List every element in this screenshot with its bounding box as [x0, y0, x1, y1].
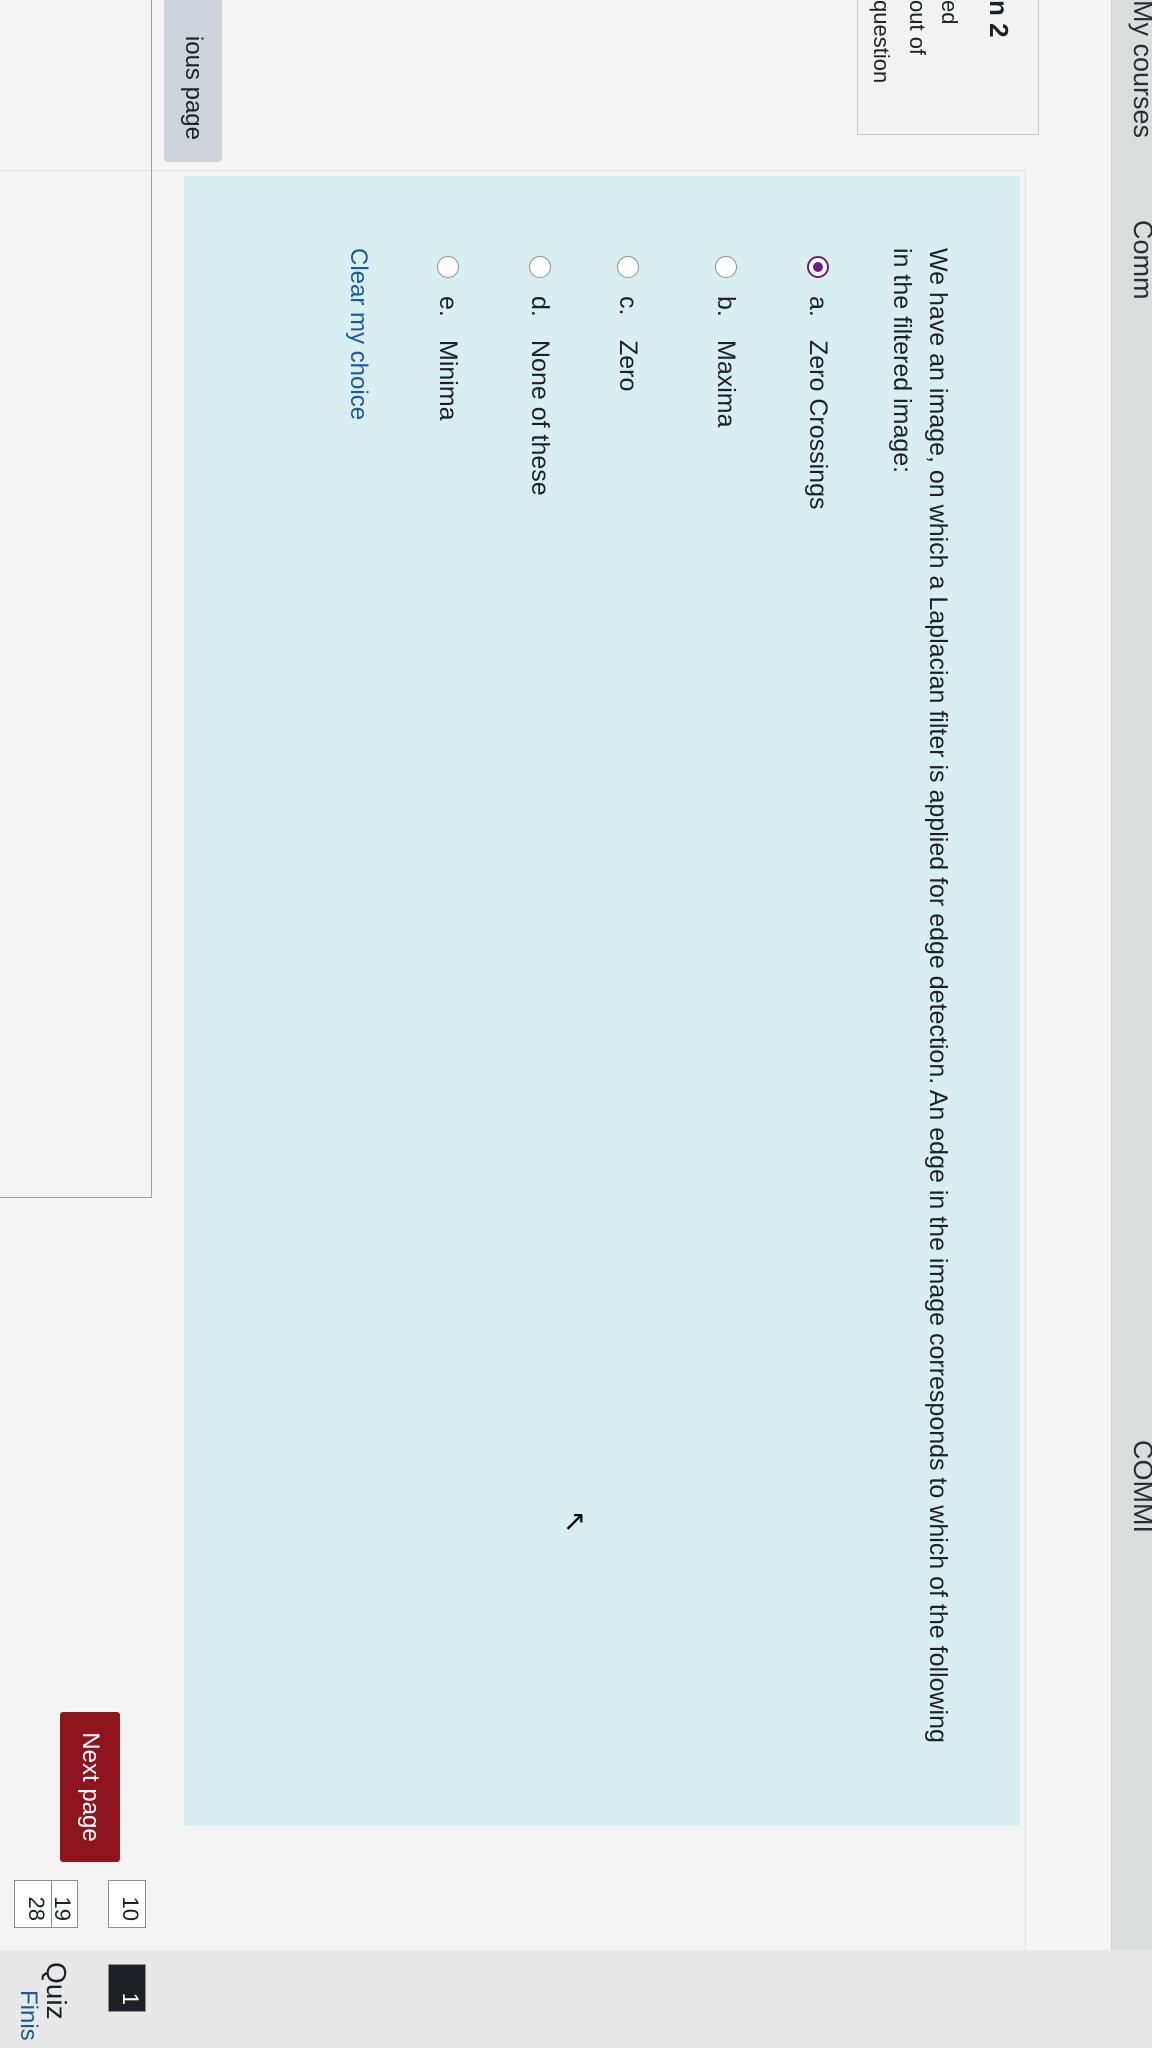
radio-option-c[interactable]	[617, 256, 639, 278]
radio-option-d[interactable]	[529, 256, 551, 278]
top-bar	[1111, 0, 1152, 2048]
bottom-panel	[0, 0, 152, 1198]
question-mark: out of	[905, 0, 930, 56]
option-label: None of these	[526, 340, 555, 496]
nav-question-10[interactable]: 10	[108, 1880, 146, 1928]
breadcrumb-section[interactable]: COMMI	[1127, 1440, 1152, 1533]
option-label: Zero	[614, 340, 643, 392]
option-label: Minima	[434, 340, 463, 421]
question-number: n 2	[984, 0, 1014, 38]
quiz-navigation-panel	[0, 1950, 1152, 2048]
quiz-nav-title: Quiz	[41, 1962, 72, 2020]
finish-attempt-link[interactable]: Finis	[14, 1990, 42, 2041]
radio-option-e[interactable]	[437, 256, 459, 278]
option-d[interactable]: d. None of these	[522, 256, 558, 496]
mouse-cursor-icon: ↖	[560, 1510, 591, 1534]
breadcrumb-my-courses[interactable]: My courses	[1127, 0, 1152, 138]
option-a[interactable]: a. Zero Crossings	[800, 256, 836, 510]
nav-question-1[interactable]: 1	[108, 1964, 146, 2012]
option-letter: b.	[712, 296, 741, 317]
flag-question-link[interactable]: question	[868, 0, 894, 83]
breadcrumb-course[interactable]: Comm	[1127, 220, 1152, 300]
option-letter: a.	[804, 296, 833, 317]
next-page-button[interactable]: Next page	[60, 1712, 120, 1862]
nav-question-28[interactable]: 28	[14, 1880, 52, 1928]
question-text: We have an image, on which a Laplacian f…	[888, 248, 952, 1743]
radio-option-a[interactable]	[807, 256, 829, 278]
option-c[interactable]: c. Zero	[610, 256, 646, 391]
option-b[interactable]: b. Maxima	[708, 256, 744, 428]
option-letter: d.	[526, 296, 555, 317]
option-letter: e.	[434, 296, 463, 317]
option-label: Maxima	[712, 340, 741, 428]
previous-page-button[interactable]: ious page	[164, 0, 222, 162]
option-e[interactable]: e. Minima	[430, 256, 466, 421]
radio-option-b[interactable]	[715, 256, 737, 278]
option-letter: c.	[614, 296, 643, 316]
clear-choice-link[interactable]: Clear my choice	[344, 248, 372, 420]
option-label: Zero Crossings	[804, 340, 833, 510]
screen-stage: My courses Comm COMMI n 2 ed out of ques…	[0, 0, 1152, 2048]
question-state: ed	[937, 0, 962, 25]
